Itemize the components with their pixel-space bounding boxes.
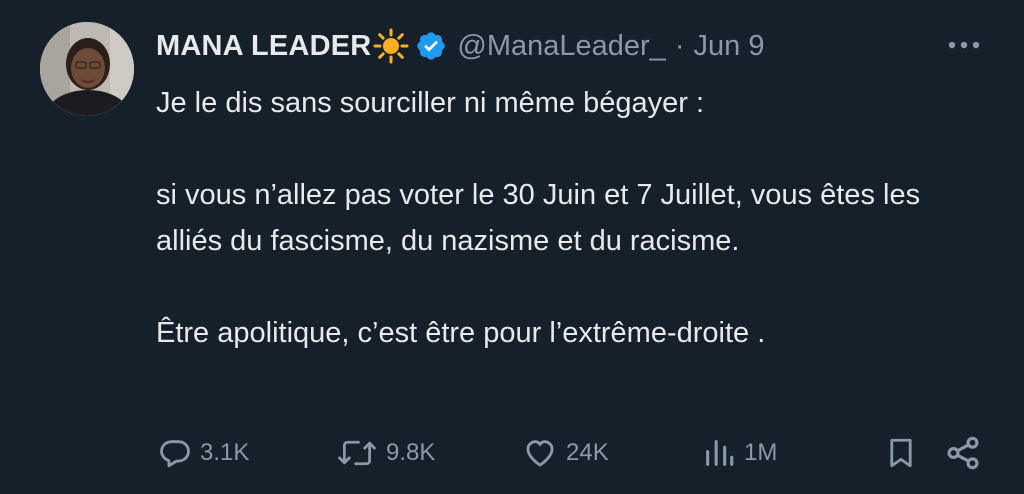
action-bar: 3.1K 9.8K 24K 1M xyxy=(0,428,1024,478)
reply-icon xyxy=(160,440,190,468)
tweet-paragraph: Être apolitique, c’est être pour l’extrê… xyxy=(156,317,766,349)
reply-count: 3.1K xyxy=(200,439,250,466)
separator-dot: · xyxy=(674,29,685,62)
views-icon xyxy=(706,440,734,466)
retweet-icon xyxy=(338,440,376,466)
share-icon xyxy=(947,436,979,470)
tweet-paragraph: Je le dis sans sourciller ni même bégaye… xyxy=(156,87,705,119)
tweet-date[interactable]: Jun 9 xyxy=(694,30,765,63)
bookmark-icon xyxy=(890,438,912,468)
more-options-button[interactable] xyxy=(942,30,986,60)
tweet-card[interactable]: MANA LEADER @ManaLeader_ · Jun 9 Je le d… xyxy=(0,0,1024,494)
tweet-text: Je le dis sans sourciller ni même bégaye… xyxy=(156,80,976,356)
bookmark-button[interactable] xyxy=(884,428,918,478)
views-button[interactable]: 1M xyxy=(702,428,777,478)
like-count: 24K xyxy=(566,439,609,466)
retweet-count: 9.8K xyxy=(386,439,436,466)
sun-icon xyxy=(373,28,409,64)
tweet-header: MANA LEADER @ManaLeader_ · Jun 9 xyxy=(156,24,764,68)
display-name[interactable]: MANA LEADER xyxy=(156,30,371,63)
reply-button[interactable]: 3.1K xyxy=(158,428,249,478)
avatar[interactable] xyxy=(40,22,134,116)
verified-badge-icon[interactable] xyxy=(415,30,447,62)
share-button[interactable] xyxy=(944,428,982,478)
heart-icon xyxy=(526,440,554,467)
views-count: 1M xyxy=(744,439,778,466)
retweet-button[interactable]: 9.8K xyxy=(336,428,435,478)
like-button[interactable]: 24K xyxy=(522,428,609,478)
more-dots-icon xyxy=(948,41,980,49)
tweet-paragraph: si vous n’allez pas voter le 30 Juin et … xyxy=(156,179,921,257)
user-handle[interactable]: @ManaLeader_ xyxy=(457,30,665,63)
